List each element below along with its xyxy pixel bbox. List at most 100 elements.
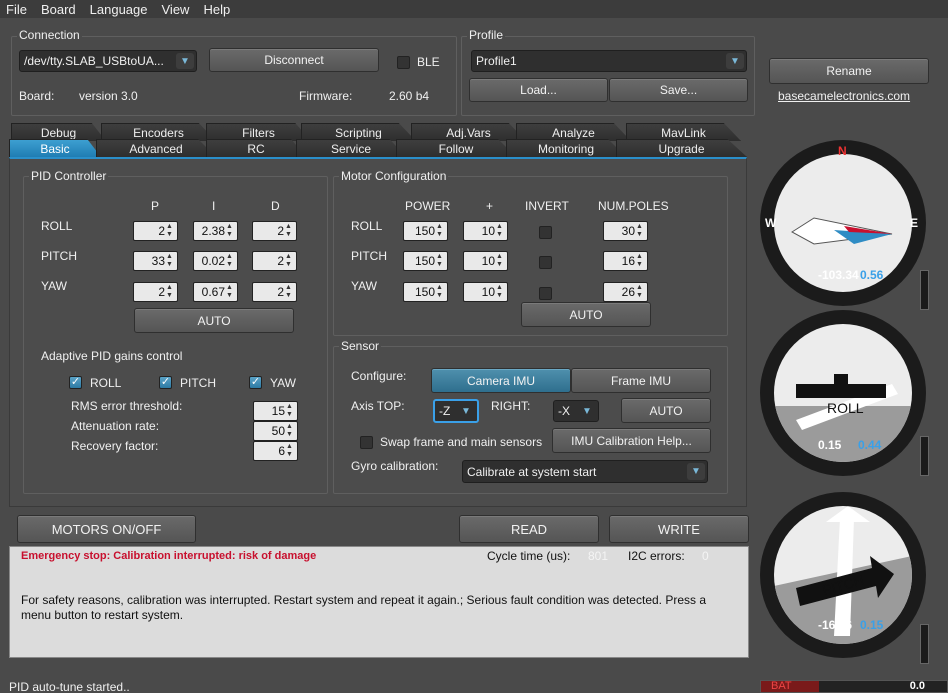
motor-pitch-invert[interactable] [539, 256, 552, 269]
motor-roll-poles[interactable]: 30 ▲ ▼ [603, 221, 648, 241]
axis-top-select[interactable]: -Z ▼ [433, 399, 479, 423]
ble-checkbox[interactable] [397, 56, 410, 69]
rms-threshold-field[interactable]: 15 ▲ ▼ [253, 401, 298, 421]
motor-yaw-poles[interactable]: 26 ▲ ▼ [603, 282, 648, 302]
spinner-arrows-icon[interactable]: ▲ ▼ [226, 223, 236, 239]
spinner-arrows-icon[interactable]: ▲ ▼ [226, 253, 236, 269]
disconnect-button[interactable]: Disconnect [209, 48, 379, 72]
cycle-time-value: 801 [588, 549, 609, 563]
swap-sensors-checkbox[interactable] [360, 436, 373, 449]
motor-yaw-invert[interactable] [539, 287, 552, 300]
write-button[interactable]: WRITE [609, 515, 749, 543]
spinner-arrows-icon[interactable]: ▲ ▼ [636, 223, 646, 239]
roll-rate-value: 0.44 [858, 438, 882, 452]
tab-basic[interactable]: Basic [9, 139, 101, 157]
gyro-calibration-select[interactable]: Calibrate at system start ▼ [462, 460, 708, 483]
motors-toggle-button[interactable]: MOTORS ON/OFF [17, 515, 196, 543]
motor-yaw-plus[interactable]: 10 ▲ ▼ [463, 282, 508, 302]
spinner-arrows-icon[interactable]: ▲ ▼ [286, 403, 296, 419]
spinner-arrows-icon[interactable]: ▲ ▼ [496, 223, 506, 239]
tab-rc[interactable]: RC [206, 139, 306, 157]
tab-follow[interactable]: Follow [396, 139, 516, 157]
tab-service[interactable]: Service [296, 139, 406, 157]
spinner-arrows-icon[interactable]: ▲ ▼ [285, 223, 295, 239]
recovery-field[interactable]: 6 ▲ ▼ [253, 441, 298, 461]
tab-advanced[interactable]: Advanced [96, 139, 216, 157]
pid-yaw-i[interactable]: 0.67 ▲ ▼ [193, 282, 238, 302]
chevron-down-icon: ▼ [687, 463, 705, 480]
adaptive-yaw-checkbox[interactable]: ✓ [249, 376, 262, 389]
tab-adjvars[interactable]: Adj.Vars [411, 123, 526, 141]
spinner-arrows-icon[interactable]: ▲ ▼ [496, 253, 506, 269]
menu-language[interactable]: Language [90, 2, 148, 17]
roll-label: ROLL [827, 400, 864, 416]
spinner-arrows-icon[interactable]: ▲ ▼ [636, 253, 646, 269]
rename-button[interactable]: Rename [769, 58, 929, 84]
port-value: /dev/tty.SLAB_USBtoUA... [24, 54, 164, 68]
spinner-arrows-icon[interactable]: ▲ ▼ [286, 423, 296, 439]
axis-right-select[interactable]: -X ▼ [553, 400, 599, 422]
frame-imu-button[interactable]: Frame IMU [571, 368, 711, 393]
tab-filters[interactable]: Filters [206, 123, 311, 141]
tab-analyze[interactable]: Analyze [516, 123, 631, 141]
menu-help[interactable]: Help [203, 2, 230, 17]
pid-yaw-p[interactable]: 2 ▲ ▼ [133, 282, 178, 302]
motor-pitch-plus[interactable]: 10 ▲ ▼ [463, 251, 508, 271]
motor-auto-button[interactable]: AUTO [521, 302, 651, 327]
spinner-arrows-icon[interactable]: ▲ ▼ [226, 284, 236, 300]
spinner-arrows-icon[interactable]: ▲ ▼ [436, 223, 446, 239]
status-message: For safety reasons, calibration was inte… [21, 593, 707, 622]
menu-view[interactable]: View [162, 2, 190, 17]
port-select[interactable]: /dev/tty.SLAB_USBtoUA... ▼ [19, 50, 197, 72]
pid-pitch-d[interactable]: 2 ▲ ▼ [252, 251, 297, 271]
camera-imu-button[interactable]: Camera IMU [431, 368, 571, 393]
pid-roll-p[interactable]: 2 ▲ ▼ [133, 221, 178, 241]
menu-file[interactable]: File [6, 2, 27, 17]
spinner-arrows-icon[interactable]: ▲ ▼ [436, 253, 446, 269]
motor-roll-invert[interactable] [539, 226, 552, 239]
menu-board[interactable]: Board [41, 2, 76, 17]
adaptive-pitch-checkbox[interactable]: ✓ [159, 376, 172, 389]
adaptive-roll-checkbox[interactable]: ✓ [69, 376, 82, 389]
spinner-arrows-icon[interactable]: ▲ ▼ [636, 284, 646, 300]
save-profile-button[interactable]: Save... [609, 78, 748, 102]
motor-pitch-poles[interactable]: 16 ▲ ▼ [603, 251, 648, 271]
spinner-arrows-icon[interactable]: ▲ ▼ [166, 284, 176, 300]
website-link[interactable]: basecamelectronics.com [778, 89, 910, 103]
spinner-arrows-icon[interactable]: ▲ ▼ [285, 253, 295, 269]
motor-roll-power[interactable]: 150 ▲ ▼ [403, 221, 448, 241]
motor-pitch-power[interactable]: 150 ▲ ▼ [403, 251, 448, 271]
spinner-arrows-icon[interactable]: ▲ ▼ [166, 223, 176, 239]
pid-auto-button[interactable]: AUTO [134, 308, 294, 333]
tab-scripting[interactable]: Scripting [301, 123, 416, 141]
axis-right-label: RIGHT: [491, 399, 531, 413]
pid-header-p: P [151, 199, 160, 213]
sensor-auto-button[interactable]: AUTO [621, 398, 711, 423]
tab-debug[interactable]: Debug [11, 123, 106, 141]
spinner-arrows-icon[interactable]: ▲ ▼ [166, 253, 176, 269]
pid-roll-d[interactable]: 2 ▲ ▼ [252, 221, 297, 241]
spinner-arrows-icon[interactable]: ▲ ▼ [286, 443, 296, 459]
pid-pitch-i[interactable]: 0.02 ▲ ▼ [193, 251, 238, 271]
motor-header-power: POWER [405, 199, 451, 213]
load-profile-button[interactable]: Load... [469, 78, 608, 102]
imu-calibration-help-button[interactable]: IMU Calibration Help... [552, 428, 711, 453]
pid-pitch-p[interactable]: 33 ▲ ▼ [133, 251, 178, 271]
tab-monitoring[interactable]: Monitoring [506, 139, 626, 157]
spinner-arrows-icon[interactable]: ▲ ▼ [436, 284, 446, 300]
profile-select[interactable]: Profile1 ▼ [471, 50, 747, 72]
pitch-side-bar [920, 624, 929, 664]
tab-encoders[interactable]: Encoders [101, 123, 216, 141]
chevron-down-icon: ▼ [582, 405, 592, 417]
tab-upgrade[interactable]: Upgrade [616, 139, 747, 157]
motor-yaw-power[interactable]: 150 ▲ ▼ [403, 282, 448, 302]
pid-roll-i[interactable]: 2.38 ▲ ▼ [193, 221, 238, 241]
attenuation-field[interactable]: 50 ▲ ▼ [253, 421, 298, 441]
spinner-arrows-icon[interactable]: ▲ ▼ [496, 284, 506, 300]
motor-roll-plus[interactable]: 10 ▲ ▼ [463, 221, 508, 241]
pid-yaw-d[interactable]: 2 ▲ ▼ [252, 282, 297, 302]
read-button[interactable]: READ [459, 515, 599, 543]
pid-row-pitch-label: PITCH [41, 249, 77, 263]
tab-mavlink[interactable]: MavLink [626, 123, 741, 141]
spinner-arrows-icon[interactable]: ▲ ▼ [285, 284, 295, 300]
